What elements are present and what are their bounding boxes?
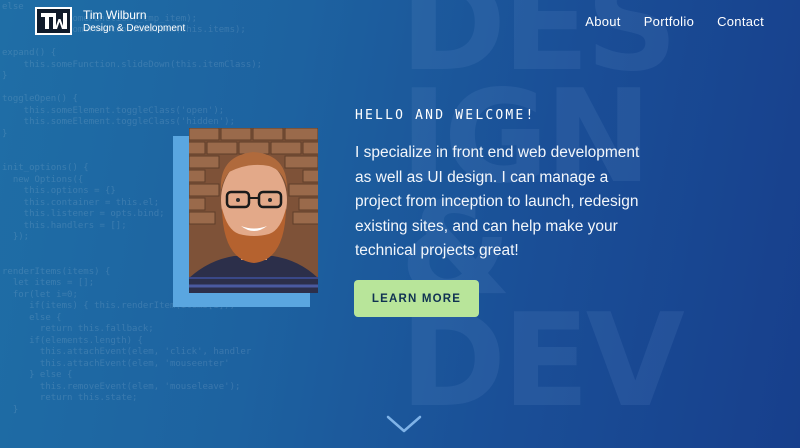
brand-subtitle: Design & Development (83, 23, 186, 34)
code-line: return this.state; (2, 393, 138, 403)
nav-about[interactable]: About (585, 14, 620, 29)
code-line: this.someFunction.slideDown(this.itemCla… (2, 59, 263, 70)
brand[interactable]: Tim Wilburn Design & Development (83, 9, 185, 36)
code-line: } (2, 404, 19, 415)
code-line: this.attachEvent(elem, 'mouseenter' (2, 358, 230, 369)
logo-tw-icon (40, 13, 67, 29)
hero-eyebrow: HELLO AND WELCOME! (355, 108, 536, 123)
chevron-down-icon[interactable] (386, 414, 422, 434)
code-line: this.attachEvent(elem, 'click', handler (2, 347, 252, 357)
code-line: toggleOpen() { (2, 94, 78, 104)
code-line: return this.fallback; (2, 324, 154, 334)
logo[interactable] (35, 7, 72, 35)
code-line: } (2, 71, 8, 81)
code-line: } else { (2, 370, 73, 380)
bg-letters-line-4: DEV (400, 287, 685, 436)
brand-name: Tim Wilburn (83, 8, 147, 22)
code-line: if(elements.length) { (2, 335, 143, 346)
code-line: expand() { (2, 48, 57, 58)
code-line: this.someElement.toggleClass('hidden'); (2, 117, 235, 127)
main-nav: About Portfolio Contact (585, 14, 764, 29)
site-header: Tim Wilburn Design & Development About P… (0, 0, 800, 44)
profile-photo (189, 128, 318, 293)
code-line: this.someElement.toggleClass('open'); (2, 105, 225, 116)
code-line: this.removeEvent(elem, 'mouseleave'); (2, 381, 241, 392)
nav-portfolio[interactable]: Portfolio (644, 14, 694, 29)
nav-contact[interactable]: Contact (717, 14, 764, 29)
hero-intro: I specialize in front end web developmen… (355, 144, 640, 259)
learn-more-button[interactable]: LEARN MORE (354, 280, 479, 317)
code-line: else { (2, 312, 62, 323)
hero-content: HELLO AND WELCOME! I specialize in front… (355, 108, 645, 264)
